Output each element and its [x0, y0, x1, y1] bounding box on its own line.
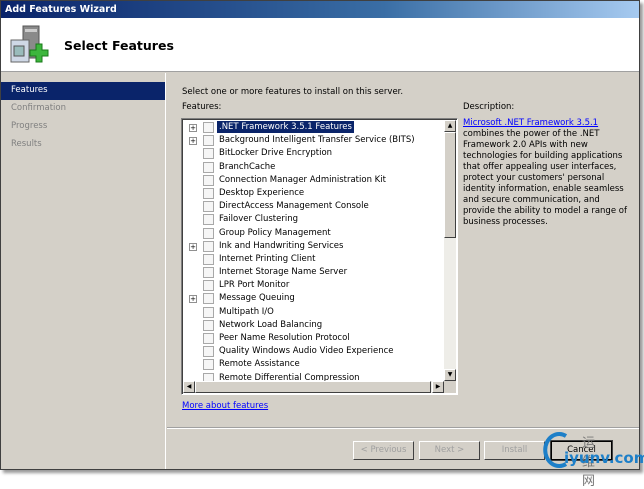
feature-label: Desktop Experience — [219, 187, 305, 198]
scroll-thumb[interactable] — [444, 132, 456, 238]
feature-checkbox[interactable] — [203, 122, 214, 133]
more-about-features-link[interactable]: More about features — [182, 401, 268, 411]
previous-button[interactable]: < Previous — [353, 441, 414, 460]
feature-label: Remote Differential Compression — [219, 372, 360, 381]
step-progress: Progress — [11, 121, 48, 131]
feature-item[interactable]: BitLocker Drive Encryption — [184, 147, 444, 160]
feature-item[interactable]: Network Load Balancing — [184, 319, 444, 332]
feature-checkbox[interactable] — [203, 333, 214, 344]
description-panel: Description: Microsoft .NET Framework 3.… — [463, 102, 633, 228]
expand-icon[interactable]: + — [189, 124, 197, 132]
feature-label: Ink and Handwriting Services — [219, 240, 344, 251]
feature-label: .NET Framework 3.5.1 Features — [217, 121, 354, 133]
step-results: Results — [11, 139, 42, 149]
feature-checkbox[interactable] — [203, 253, 214, 265]
feature-checkbox[interactable] — [203, 174, 214, 186]
feature-label: Failover Clustering — [219, 214, 299, 225]
feature-label: Connection Manager Administration Kit — [219, 174, 386, 185]
scroll-left-button[interactable]: ◀ — [183, 381, 195, 393]
page-title: Select Features — [64, 38, 174, 53]
feature-label: Network Load Balancing — [219, 319, 323, 330]
feature-item[interactable]: + Background Intelligent Transfer Service… — [184, 134, 444, 147]
feature-item[interactable]: Peer Name Resolution Protocol — [184, 332, 444, 345]
feature-checkbox[interactable] — [203, 280, 214, 292]
feature-item[interactable]: Multipath I/O — [184, 306, 444, 319]
feature-item[interactable]: + .NET Framework 3.5.1 Features — [184, 121, 444, 134]
feature-checkbox[interactable] — [203, 135, 214, 147]
feature-item[interactable]: Quality Windows Audio Video Experience — [184, 345, 444, 358]
feature-item[interactable]: + Ink and Handwriting Services — [184, 240, 444, 253]
feature-label: BranchCache — [219, 161, 276, 172]
features-tree[interactable]: + .NET Framework 3.5.1 Features + Backgroun… — [181, 118, 458, 395]
feature-checkbox[interactable] — [203, 293, 214, 305]
feature-label: Multipath I/O — [219, 306, 274, 317]
feature-label: DirectAccess Management Console — [219, 201, 369, 212]
feature-item[interactable]: BranchCache — [184, 161, 444, 174]
feature-item[interactable]: Desktop Experience — [184, 187, 444, 200]
feature-checkbox[interactable] — [203, 319, 214, 331]
feature-label: Quality Windows Audio Video Experience — [219, 346, 394, 357]
feature-item[interactable]: Internet Storage Name Server — [184, 266, 444, 279]
feature-label: Background Intelligent Transfer Service … — [219, 135, 415, 146]
feature-item[interactable]: Remote Differential Compression — [184, 372, 444, 381]
feature-item[interactable]: Remote Assistance — [184, 358, 444, 371]
feature-label: Peer Name Resolution Protocol — [219, 333, 350, 343]
feature-label: BitLocker Drive Encryption — [219, 148, 333, 159]
title-bar: Add Features Wizard — [1, 1, 639, 18]
feature-checkbox[interactable] — [203, 346, 214, 358]
intro-text: Select one or more features to install o… — [182, 87, 404, 97]
expand-icon[interactable]: + — [189, 137, 197, 146]
main-panel: Select one or more features to install o… — [167, 73, 639, 469]
feature-checkbox[interactable] — [203, 240, 214, 252]
feature-link[interactable]: Microsoft .NET Framework 3.5.1 — [463, 118, 598, 128]
feature-checkbox[interactable] — [203, 214, 214, 226]
feature-checkbox[interactable] — [203, 306, 214, 318]
feature-checkbox[interactable] — [203, 148, 214, 160]
divider — [167, 427, 639, 429]
horizontal-scrollbar[interactable]: ◀ ▶ — [183, 381, 444, 393]
scroll-down-button[interactable]: ▼ — [444, 369, 456, 381]
scroll-up-button[interactable]: ▲ — [444, 120, 456, 132]
scroll-corner — [444, 381, 456, 393]
wizard-header: Select Features — [1, 18, 639, 72]
features-label: Features: — [182, 102, 222, 112]
feature-label: LPR Port Monitor — [219, 280, 290, 291]
feature-item[interactable]: DirectAccess Management Console — [184, 200, 444, 213]
feature-checkbox[interactable] — [203, 201, 214, 213]
feature-label: Internet Printing Client — [219, 253, 316, 264]
feature-item[interactable]: Internet Printing Client — [184, 253, 444, 266]
description-text: combines the power of the .NET Framework… — [463, 129, 627, 227]
hscroll-thumb[interactable] — [195, 381, 431, 393]
feature-item[interactable]: + Message Queuing — [184, 292, 444, 305]
feature-checkbox[interactable] — [203, 227, 214, 239]
feature-item[interactable]: Failover Clustering — [184, 213, 444, 226]
step-features[interactable]: Features — [1, 82, 165, 100]
scroll-right-button[interactable]: ▶ — [432, 381, 444, 393]
feature-checkbox[interactable] — [203, 372, 214, 381]
step-confirmation: Confirmation — [11, 103, 66, 113]
feature-label: Message Queuing — [219, 293, 295, 304]
feature-label: Remote Assistance — [219, 359, 300, 370]
description-title: Description: — [463, 102, 515, 112]
feature-checkbox[interactable] — [203, 187, 214, 199]
next-button[interactable]: Next > — [419, 441, 480, 460]
cancel-button[interactable]: Cancel — [550, 440, 613, 461]
feature-checkbox[interactable] — [203, 359, 214, 371]
server-add-feature-icon — [10, 25, 49, 63]
feature-item[interactable]: Group Policy Management — [184, 227, 444, 240]
feature-checkbox[interactable] — [203, 267, 214, 279]
feature-checkbox[interactable] — [203, 161, 214, 173]
feature-item[interactable]: Connection Manager Administration Kit — [184, 174, 444, 187]
feature-item[interactable]: LPR Port Monitor — [184, 279, 444, 292]
feature-label: Group Policy Management — [219, 227, 331, 238]
expand-icon[interactable]: + — [189, 295, 197, 304]
wizard-window: Add Features Wizard Select Features Feat… — [0, 0, 640, 470]
feature-label: Internet Storage Name Server — [219, 267, 348, 278]
vertical-scrollbar[interactable]: ▲ ▼ — [444, 120, 456, 381]
expand-icon[interactable]: + — [189, 242, 197, 251]
wizard-steps: Features Confirmation Progress Results — [1, 73, 166, 469]
install-button[interactable]: Install — [484, 441, 545, 460]
